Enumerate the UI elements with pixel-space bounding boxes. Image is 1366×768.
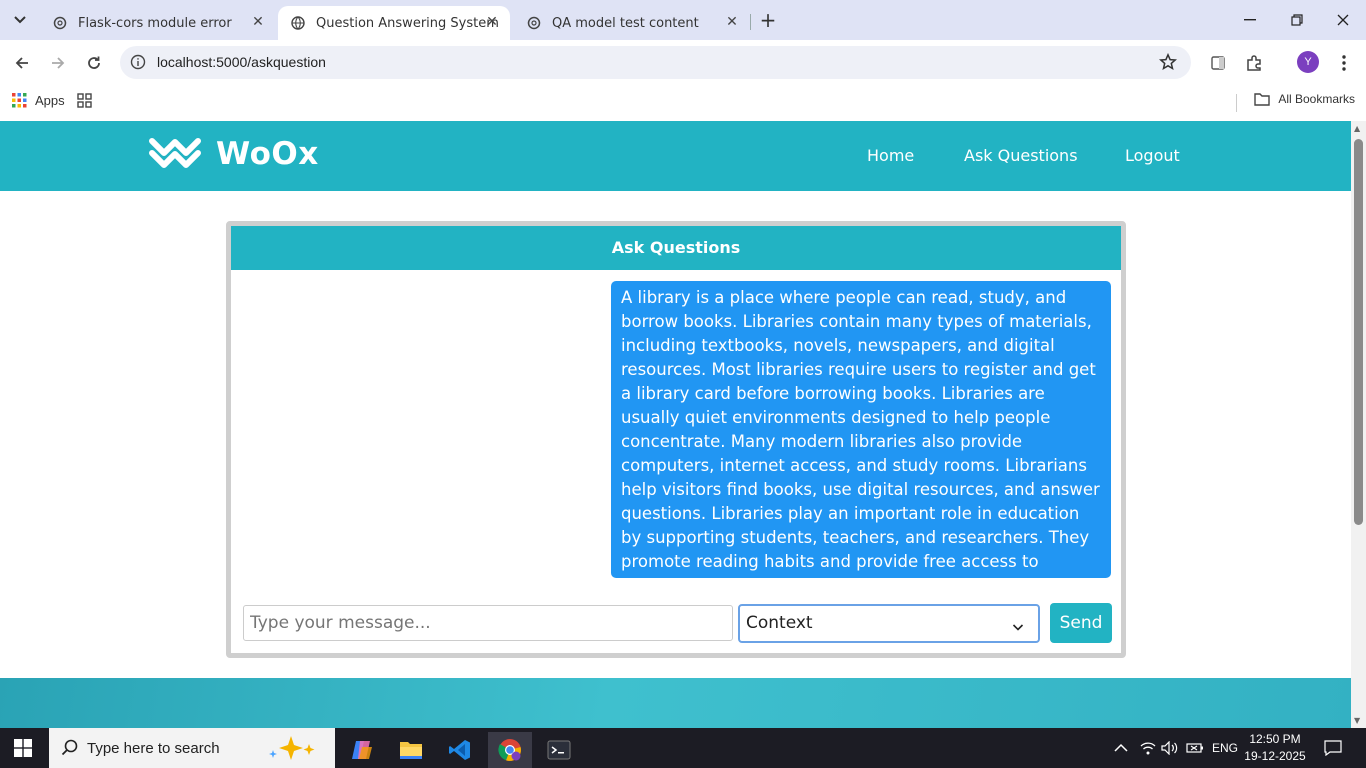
new-tab-plus-icon[interactable]: + [758,9,778,31]
taskbar-search-placeholder: Type here to search [87,739,220,757]
tab-groups-grid-icon[interactable] [77,93,92,112]
page-scrollbar[interactable]: ▲ ▼ [1351,121,1366,728]
chat-panel-title: Ask Questions [231,226,1121,270]
nav-ask-questions[interactable]: Ask Questions [964,146,1078,165]
close-window-icon[interactable] [1329,8,1357,32]
search-icon [61,739,78,756]
sparkle-highlight-icon [269,736,315,760]
volume-icon[interactable] [1161,728,1179,768]
file-explorer-icon[interactable] [389,732,433,768]
page-viewport: WoOx Home Ask Questions Logout Ask Quest… [0,121,1351,728]
bookmarks-divider [1236,94,1237,112]
windows-taskbar: Type here to search ENG 12:50 PM 19-12-2… [0,728,1366,768]
brand-name: WoOx [216,136,319,172]
tab-title: Question Answering System [316,15,499,31]
browser-toolbar: localhost:5000/askquestion Y [0,40,1366,86]
nav-home[interactable]: Home [867,146,914,165]
language-indicator[interactable]: ENG [1212,728,1238,768]
scroll-down-arrow-icon[interactable]: ▼ [1354,716,1360,725]
back-arrow-icon[interactable] [11,52,33,74]
close-tab-icon[interactable]: ✕ [724,14,740,30]
tab-title: Flask-cors module error [78,15,232,31]
taskbar-search[interactable]: Type here to search [49,728,335,768]
browser-tab-strip: Flask-cors module error ✕ Question Answe… [0,0,1366,40]
close-tab-icon[interactable]: ✕ [250,14,266,30]
minimize-icon[interactable] [1236,8,1264,32]
nav-logout[interactable]: Logout [1125,146,1180,165]
address-bar[interactable]: localhost:5000/askquestion [120,46,1191,79]
profile-avatar[interactable]: Y [1297,51,1319,73]
bookmarks-bar: Apps All Bookmarks [0,86,1366,121]
side-panel-icon[interactable] [1208,53,1228,73]
tab-flask-cors[interactable]: Flask-cors module error ✕ [40,6,276,40]
vscode-icon[interactable] [438,732,482,768]
chat-panel: Ask Questions A library is a place where… [226,221,1126,658]
url-text: localhost:5000/askquestion [157,54,326,70]
woox-logo-icon [149,138,201,168]
globe-favicon-icon [290,15,306,31]
apps-label: Apps [35,93,65,108]
tab-question-answering-system[interactable]: Question Answering System ✕ [278,6,510,40]
chevron-down-icon [1012,618,1024,631]
mode-select-value: Context [746,613,813,633]
scroll-up-arrow-icon[interactable]: ▲ [1354,124,1360,133]
user-message-bubble: A library is a place where people can re… [611,281,1111,595]
openai-favicon-icon [52,15,68,31]
system-clock[interactable]: 12:50 PM 19-12-2025 [1240,731,1310,765]
forward-arrow-icon[interactable] [47,52,69,74]
tab-divider [750,14,751,30]
mode-select[interactable]: Context [738,604,1040,643]
notifications-icon[interactable] [1324,728,1342,768]
tab-title: QA model test content [552,15,699,31]
restore-icon[interactable] [1283,8,1311,32]
site-logo[interactable]: WoOx [148,135,319,173]
folder-icon [1254,93,1271,106]
windows-start-icon[interactable] [14,739,32,757]
clock-time: 12:50 PM [1249,732,1301,746]
reload-icon[interactable] [83,52,105,74]
wifi-icon[interactable] [1140,728,1156,768]
close-tab-icon[interactable]: ✕ [484,14,500,30]
all-bookmarks[interactable]: All Bookmarks [1254,92,1355,106]
scroll-thumb[interactable] [1354,139,1363,525]
show-hidden-icons-chevron-icon[interactable] [1114,728,1128,768]
copilot-app-icon[interactable] [340,732,384,768]
apps-grid-icon [12,93,27,108]
all-bookmarks-label: All Bookmarks [1278,92,1355,106]
extensions-puzzle-icon[interactable] [1244,53,1264,73]
kebab-menu-icon[interactable] [1334,53,1354,73]
chrome-icon[interactable] [488,732,532,768]
footer-banner [0,678,1351,728]
message-input[interactable] [243,605,733,641]
site-header: WoOx Home Ask Questions Logout [0,121,1351,191]
apps-shortcut[interactable]: Apps [12,93,65,108]
terminal-icon[interactable] [537,732,581,768]
tab-qa-model-test-content[interactable]: QA model test content ✕ [514,6,750,40]
site-info-icon[interactable] [130,54,146,70]
send-button[interactable]: Send [1050,603,1112,643]
tab-search-chevron-icon[interactable] [8,8,32,32]
battery-icon[interactable] [1186,728,1204,768]
openai-favicon-icon [526,15,542,31]
bookmark-star-icon[interactable] [1158,52,1178,71]
clock-date: 19-12-2025 [1244,749,1306,763]
